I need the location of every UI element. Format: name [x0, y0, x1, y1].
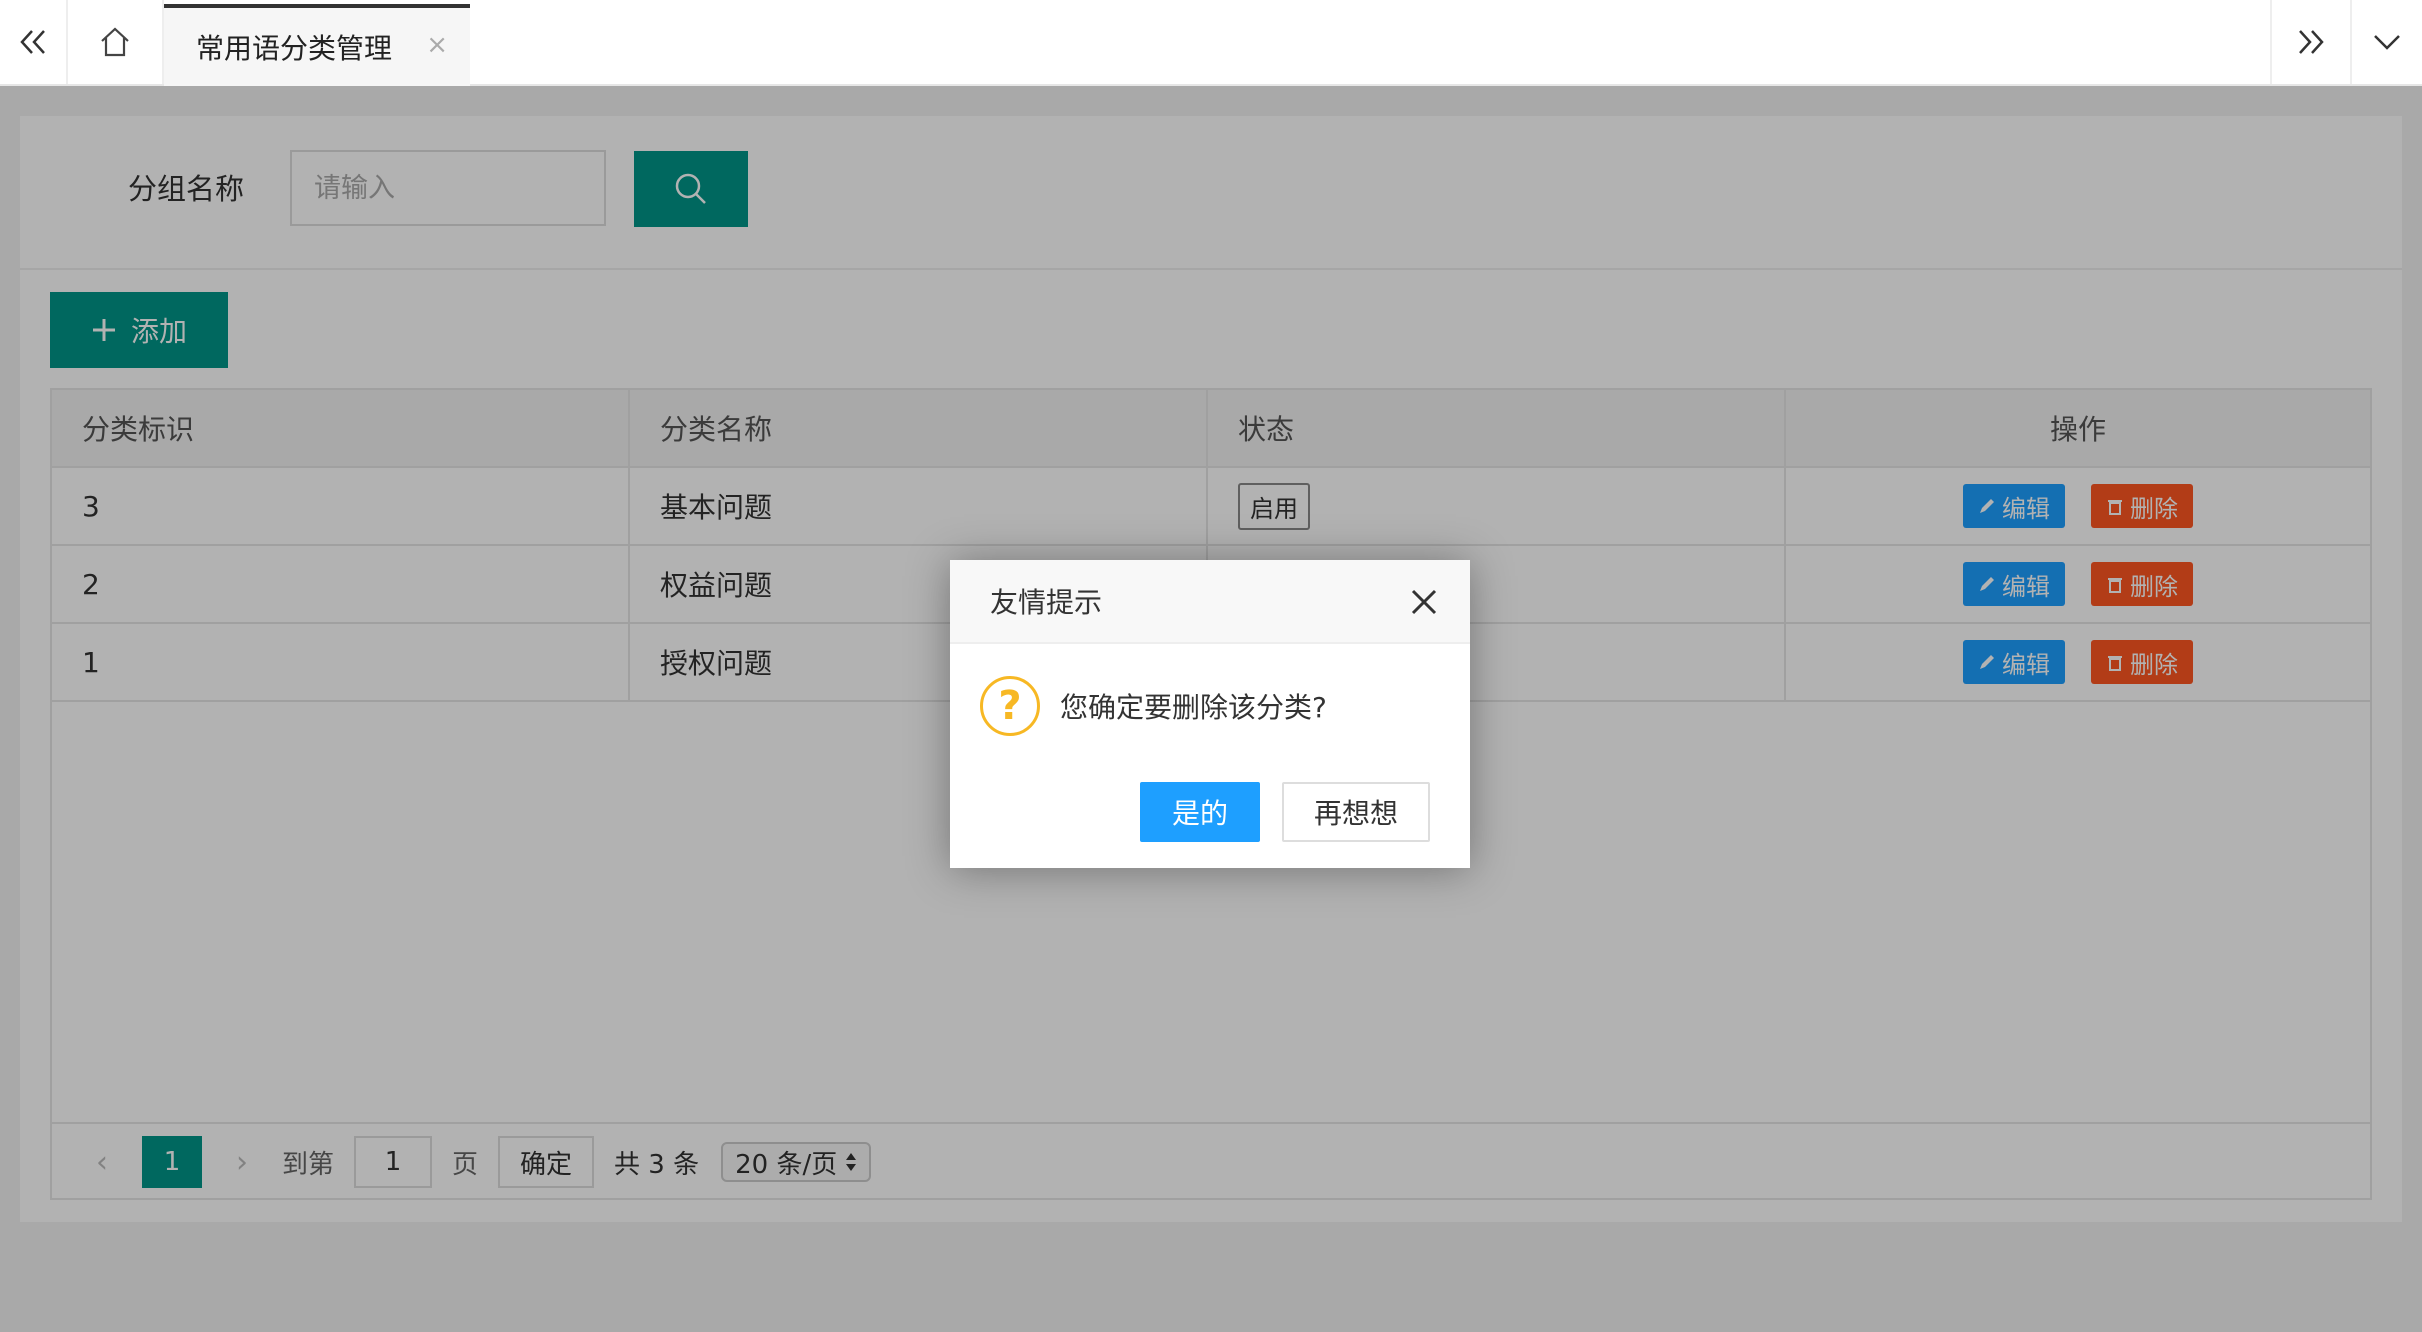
confirm-no-button[interactable]: 再想想 — [1282, 782, 1430, 842]
tabs-dropdown-button[interactable] — [2350, 0, 2422, 84]
confirm-delete-dialog: 友情提示 ? 您确定要删除该分类? 是的 再想想 — [950, 560, 1470, 868]
double-chevron-left-icon — [20, 30, 45, 54]
tab-category-management[interactable]: 常用语分类管理 × — [164, 4, 470, 86]
home-tab[interactable] — [68, 0, 164, 84]
tab-label: 常用语分类管理 — [196, 32, 393, 65]
tab-bar: 常用语分类管理 × — [0, 0, 2422, 86]
close-icon[interactable] — [1408, 586, 1440, 618]
chevron-down-icon — [2374, 35, 2400, 50]
dialog-title: 友情提示 — [990, 586, 1103, 619]
double-chevron-right-icon — [2299, 30, 2324, 54]
dialog-body: ? 您确定要删除该分类? — [980, 676, 1327, 736]
dialog-message: 您确定要删除该分类? — [1060, 691, 1327, 724]
tab-close-icon[interactable]: × — [426, 30, 448, 60]
dialog-buttons: 是的 再想想 — [1140, 782, 1430, 842]
confirm-yes-button[interactable]: 是的 — [1140, 782, 1260, 842]
scroll-tabs-right-button[interactable] — [2270, 0, 2350, 84]
question-icon: ? — [980, 676, 1040, 736]
dialog-header: 友情提示 — [950, 560, 1470, 644]
home-icon — [101, 27, 129, 57]
scroll-tabs-left-button[interactable] — [0, 0, 68, 84]
